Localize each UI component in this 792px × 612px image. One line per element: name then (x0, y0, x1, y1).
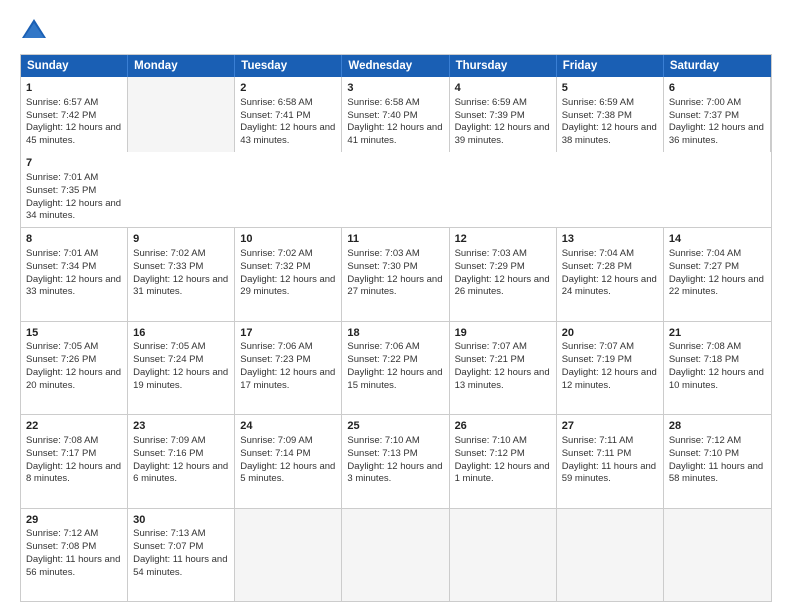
cal-cell: 24Sunrise: 7:09 AMSunset: 7:14 PMDayligh… (235, 415, 342, 507)
day-num: 24 (240, 419, 336, 434)
day-num: 2 (240, 81, 336, 96)
day-num: 9 (133, 232, 229, 247)
calendar-header: SundayMondayTuesdayWednesdayThursdayFrid… (21, 55, 771, 77)
cal-cell: 21Sunrise: 7:08 AMSunset: 7:18 PMDayligh… (664, 322, 771, 414)
cal-cell-empty (235, 509, 342, 601)
cal-header-sunday: Sunday (21, 55, 128, 77)
cal-cell: 23Sunrise: 7:09 AMSunset: 7:16 PMDayligh… (128, 415, 235, 507)
cal-cell: 2Sunrise: 6:58 AMSunset: 7:41 PMDaylight… (235, 77, 342, 152)
cal-cell: 6Sunrise: 7:00 AMSunset: 7:37 PMDaylight… (664, 77, 771, 152)
day-num: 6 (669, 81, 765, 96)
day-num: 28 (669, 419, 766, 434)
cal-cell: 26Sunrise: 7:10 AMSunset: 7:12 PMDayligh… (450, 415, 557, 507)
header (20, 16, 772, 44)
calendar-body: 1Sunrise: 6:57 AMSunset: 7:42 PMDaylight… (21, 77, 771, 601)
day-num: 3 (347, 81, 443, 96)
cal-header-wednesday: Wednesday (342, 55, 449, 77)
day-num: 18 (347, 326, 443, 341)
cal-cell: 22Sunrise: 7:08 AMSunset: 7:17 PMDayligh… (21, 415, 128, 507)
day-num: 1 (26, 81, 122, 96)
day-num: 12 (455, 232, 551, 247)
day-num: 4 (455, 81, 551, 96)
cal-cell: 19Sunrise: 7:07 AMSunset: 7:21 PMDayligh… (450, 322, 557, 414)
day-num: 10 (240, 232, 336, 247)
cal-cell: 13Sunrise: 7:04 AMSunset: 7:28 PMDayligh… (557, 228, 664, 320)
cal-cell: 27Sunrise: 7:11 AMSunset: 7:11 PMDayligh… (557, 415, 664, 507)
cal-row-1: 8Sunrise: 7:01 AMSunset: 7:34 PMDaylight… (21, 228, 771, 321)
day-num: 20 (562, 326, 658, 341)
cal-row-2: 15Sunrise: 7:05 AMSunset: 7:26 PMDayligh… (21, 322, 771, 415)
logo-icon (20, 16, 48, 44)
cal-cell: 28Sunrise: 7:12 AMSunset: 7:10 PMDayligh… (664, 415, 771, 507)
cal-cell: 4Sunrise: 6:59 AMSunset: 7:39 PMDaylight… (450, 77, 557, 152)
day-num: 29 (26, 513, 122, 528)
cal-cell-empty (450, 509, 557, 601)
day-num: 11 (347, 232, 443, 247)
cal-cell: 5Sunrise: 6:59 AMSunset: 7:38 PMDaylight… (557, 77, 664, 152)
logo (20, 16, 52, 44)
day-num: 30 (133, 513, 229, 528)
day-num: 13 (562, 232, 658, 247)
day-num: 5 (562, 81, 658, 96)
cal-row-3: 22Sunrise: 7:08 AMSunset: 7:17 PMDayligh… (21, 415, 771, 508)
day-num: 17 (240, 326, 336, 341)
day-num: 26 (455, 419, 551, 434)
cal-cell: 29Sunrise: 7:12 AMSunset: 7:08 PMDayligh… (21, 509, 128, 601)
cal-cell: 18Sunrise: 7:06 AMSunset: 7:22 PMDayligh… (342, 322, 449, 414)
cal-cell: 1Sunrise: 6:57 AMSunset: 7:42 PMDaylight… (21, 77, 128, 152)
day-num: 19 (455, 326, 551, 341)
day-num: 22 (26, 419, 122, 434)
cal-cell: 14Sunrise: 7:04 AMSunset: 7:27 PMDayligh… (664, 228, 771, 320)
day-num: 8 (26, 232, 122, 247)
cal-cell: 25Sunrise: 7:10 AMSunset: 7:13 PMDayligh… (342, 415, 449, 507)
page: SundayMondayTuesdayWednesdayThursdayFrid… (0, 0, 792, 612)
cal-cell-empty (664, 509, 771, 601)
cal-cell: 7Sunrise: 7:01 AMSunset: 7:35 PMDaylight… (21, 152, 128, 227)
cal-cell: 8Sunrise: 7:01 AMSunset: 7:34 PMDaylight… (21, 228, 128, 320)
day-num: 23 (133, 419, 229, 434)
cal-cell: 17Sunrise: 7:06 AMSunset: 7:23 PMDayligh… (235, 322, 342, 414)
cal-cell: 12Sunrise: 7:03 AMSunset: 7:29 PMDayligh… (450, 228, 557, 320)
cal-cell: 15Sunrise: 7:05 AMSunset: 7:26 PMDayligh… (21, 322, 128, 414)
cal-cell: 30Sunrise: 7:13 AMSunset: 7:07 PMDayligh… (128, 509, 235, 601)
calendar: SundayMondayTuesdayWednesdayThursdayFrid… (20, 54, 772, 602)
cal-cell: 3Sunrise: 6:58 AMSunset: 7:40 PMDaylight… (342, 77, 449, 152)
day-num: 7 (26, 156, 123, 171)
cal-row-0: 1Sunrise: 6:57 AMSunset: 7:42 PMDaylight… (21, 77, 771, 228)
cal-cell-empty (128, 77, 235, 152)
cal-header-tuesday: Tuesday (235, 55, 342, 77)
day-num: 25 (347, 419, 443, 434)
cal-header-saturday: Saturday (664, 55, 771, 77)
cal-cell-empty (342, 509, 449, 601)
cal-header-monday: Monday (128, 55, 235, 77)
day-num: 15 (26, 326, 122, 341)
day-num: 21 (669, 326, 766, 341)
cal-row-4: 29Sunrise: 7:12 AMSunset: 7:08 PMDayligh… (21, 509, 771, 601)
day-num: 16 (133, 326, 229, 341)
cal-cell: 10Sunrise: 7:02 AMSunset: 7:32 PMDayligh… (235, 228, 342, 320)
cal-cell-empty (557, 509, 664, 601)
day-num: 27 (562, 419, 658, 434)
cal-header-friday: Friday (557, 55, 664, 77)
cal-header-thursday: Thursday (450, 55, 557, 77)
day-num: 14 (669, 232, 766, 247)
cal-cell: 11Sunrise: 7:03 AMSunset: 7:30 PMDayligh… (342, 228, 449, 320)
cal-cell: 9Sunrise: 7:02 AMSunset: 7:33 PMDaylight… (128, 228, 235, 320)
cal-cell: 20Sunrise: 7:07 AMSunset: 7:19 PMDayligh… (557, 322, 664, 414)
cal-cell: 16Sunrise: 7:05 AMSunset: 7:24 PMDayligh… (128, 322, 235, 414)
